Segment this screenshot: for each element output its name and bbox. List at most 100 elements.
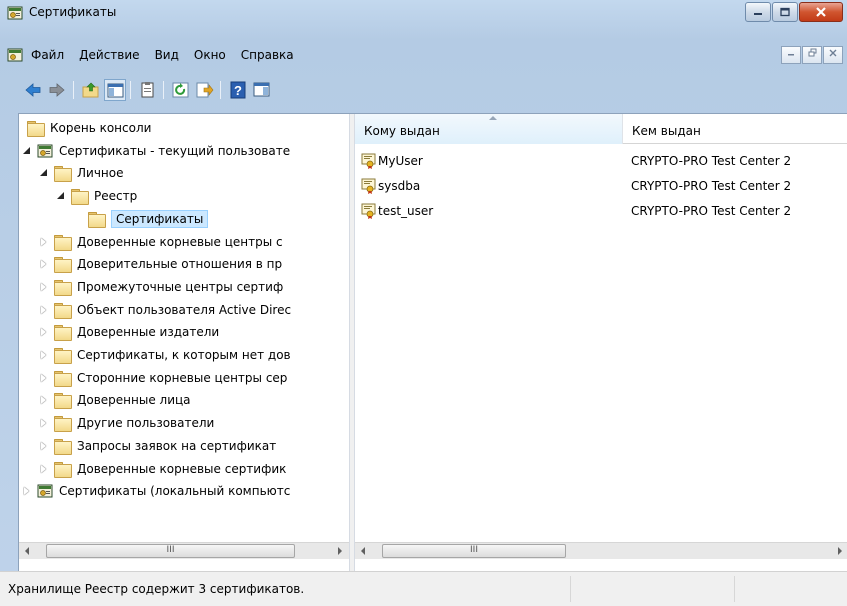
title-bar[interactable]: Сертификаты bbox=[0, 0, 847, 26]
scroll-right-arrow-icon[interactable] bbox=[331, 543, 348, 559]
folder-icon bbox=[71, 189, 89, 206]
tree-item-label: Промежуточные центры сертиф bbox=[77, 279, 284, 294]
tree-item[interactable]: Запросы заявок на сертификат bbox=[38, 436, 281, 456]
export-list-button[interactable] bbox=[194, 79, 216, 101]
window-title: Сертификаты bbox=[29, 5, 117, 19]
tree-item-label: Сертификаты - текущий пользовате bbox=[59, 143, 291, 158]
menu-window[interactable]: Окно bbox=[194, 48, 226, 62]
issued-by-cell: CRYPTO-PRO Test Center 2 bbox=[631, 179, 792, 193]
tree-item[interactable]: Сертификаты (локальный компьютс bbox=[21, 481, 295, 501]
console-window-icon[interactable] bbox=[7, 47, 23, 63]
expand-arrow-icon[interactable] bbox=[38, 440, 50, 452]
certificate-store-icon bbox=[37, 144, 53, 158]
column-issued-by[interactable]: Кем выдан bbox=[623, 114, 847, 144]
issued-to-text: MyUser bbox=[378, 154, 423, 168]
certificate-icon bbox=[361, 203, 376, 219]
minimize-button[interactable] bbox=[745, 2, 771, 22]
close-button[interactable] bbox=[799, 2, 843, 22]
maximize-button[interactable] bbox=[772, 2, 798, 22]
tree-item[interactable]: Доверенные издатели bbox=[38, 322, 224, 342]
menu-action[interactable]: Действие bbox=[79, 48, 139, 62]
scroll-left-arrow-icon[interactable] bbox=[19, 543, 36, 559]
child-minimize-button[interactable] bbox=[781, 46, 801, 64]
folder-icon bbox=[54, 302, 72, 319]
properties-button[interactable] bbox=[137, 79, 159, 101]
collapse-arrow-icon[interactable] bbox=[55, 190, 67, 202]
tree-item-label: Доверенные корневые сертифик bbox=[77, 461, 287, 476]
tree-item[interactable]: Объект пользователя Active Direc bbox=[38, 300, 296, 320]
back-button[interactable] bbox=[22, 79, 44, 101]
forward-button[interactable] bbox=[46, 79, 68, 101]
folder-icon bbox=[27, 121, 45, 137]
action-pane-button[interactable] bbox=[251, 79, 273, 101]
child-close-button[interactable] bbox=[823, 46, 843, 64]
tree-item-label: Сертификаты (локальный компьютс bbox=[59, 484, 291, 499]
tree-item[interactable]: Реестр bbox=[55, 186, 142, 206]
column-issued-to[interactable]: Кому выдан bbox=[355, 114, 623, 144]
folder-icon bbox=[88, 211, 106, 228]
expand-arrow-icon[interactable] bbox=[38, 258, 50, 270]
tree-item[interactable]: Другие пользователи bbox=[38, 413, 219, 433]
menu-help[interactable]: Справка bbox=[241, 48, 294, 62]
tree-item-label: Объект пользователя Active Direc bbox=[77, 302, 292, 317]
tree-item-label: Доверенные издатели bbox=[77, 325, 220, 340]
svg-text:?: ? bbox=[234, 83, 242, 98]
expand-arrow-icon[interactable] bbox=[21, 485, 33, 497]
column-issued-by-label: Кем выдан bbox=[632, 124, 701, 138]
collapse-arrow-icon[interactable] bbox=[38, 167, 50, 179]
expand-arrow-icon[interactable] bbox=[38, 281, 50, 293]
tree-item-label: Личное bbox=[77, 166, 124, 181]
tree-scroll-thumb[interactable]: III bbox=[46, 544, 295, 558]
tree-item[interactable]: Сторонние корневые центры сер bbox=[38, 368, 292, 388]
back-arrow-icon bbox=[25, 83, 41, 97]
menu-view[interactable]: Вид bbox=[155, 48, 179, 62]
tree-item-label: Сертификаты bbox=[111, 209, 209, 228]
show-hide-tree-button[interactable] bbox=[104, 79, 126, 101]
console-tree: Корень консоли Сертификаты - текущий поль… bbox=[19, 114, 349, 542]
tree-item-label: Другие пользователи bbox=[77, 416, 215, 431]
issued-to-cell: test_user bbox=[355, 203, 625, 219]
tree-horizontal-scrollbar[interactable]: III bbox=[19, 542, 349, 559]
list-scroll-thumb[interactable]: III bbox=[382, 544, 566, 558]
expand-arrow-icon[interactable] bbox=[38, 372, 50, 384]
refresh-icon bbox=[172, 82, 189, 98]
certificate-row[interactable]: MyUser CRYPTO-PRO Test Center 2 bbox=[355, 150, 791, 172]
tree-item[interactable]: Сертификаты - текущий пользовате bbox=[21, 141, 295, 161]
expand-arrow-icon[interactable] bbox=[38, 349, 50, 361]
tree-item-label: Сторонние корневые центры сер bbox=[77, 370, 288, 385]
collapse-arrow-icon[interactable] bbox=[21, 145, 33, 157]
tree-item[interactable]: Сертификаты, к которым нет дов bbox=[38, 345, 296, 365]
child-restore-button[interactable] bbox=[802, 46, 822, 64]
list-header: Кому выдан Кем выдан bbox=[355, 114, 847, 144]
tree-item[interactable]: Доверенные лица bbox=[38, 390, 196, 410]
expand-arrow-icon[interactable] bbox=[38, 394, 50, 406]
tree-item[interactable]: Доверительные отношения в пр bbox=[38, 254, 287, 274]
scroll-right-arrow-icon[interactable] bbox=[831, 543, 847, 559]
expand-arrow-icon[interactable] bbox=[38, 463, 50, 475]
tree-item[interactable]: Сертификаты bbox=[72, 209, 209, 229]
menu-file[interactable]: Файл bbox=[31, 48, 64, 62]
certificate-row[interactable]: sysdba CRYPTO-PRO Test Center 2 bbox=[355, 175, 791, 197]
certificate-icon bbox=[361, 178, 376, 194]
tree-item[interactable]: Корень консоли bbox=[27, 118, 156, 138]
list-horizontal-scrollbar[interactable]: III bbox=[355, 542, 847, 559]
expand-arrow-icon[interactable] bbox=[38, 417, 50, 429]
expand-arrow-icon[interactable] bbox=[38, 326, 50, 338]
expand-arrow-icon[interactable] bbox=[38, 236, 50, 248]
tree-item[interactable]: Личное bbox=[38, 163, 128, 183]
tree-item[interactable]: Доверенные корневые сертифик bbox=[38, 459, 291, 479]
folder-icon bbox=[54, 166, 72, 183]
certificate-list: Кому выдан Кем выдан MyUser CRYPTO-PRO Te… bbox=[355, 114, 847, 542]
tree-item[interactable]: Доверенные корневые центры с bbox=[38, 232, 288, 252]
issued-to-cell: MyUser bbox=[355, 153, 625, 169]
refresh-button[interactable] bbox=[170, 79, 192, 101]
tree-item[interactable]: Промежуточные центры сертиф bbox=[38, 277, 288, 297]
forward-arrow-icon bbox=[49, 83, 65, 97]
folder-icon bbox=[54, 279, 72, 296]
up-one-level-button[interactable] bbox=[80, 79, 102, 101]
help-button[interactable]: ? bbox=[227, 79, 249, 101]
certificate-row[interactable]: test_user CRYPTO-PRO Test Center 2 bbox=[355, 200, 791, 222]
toolbar: ? bbox=[0, 75, 847, 105]
expand-arrow-icon[interactable] bbox=[38, 304, 50, 316]
scroll-left-arrow-icon[interactable] bbox=[355, 543, 372, 559]
